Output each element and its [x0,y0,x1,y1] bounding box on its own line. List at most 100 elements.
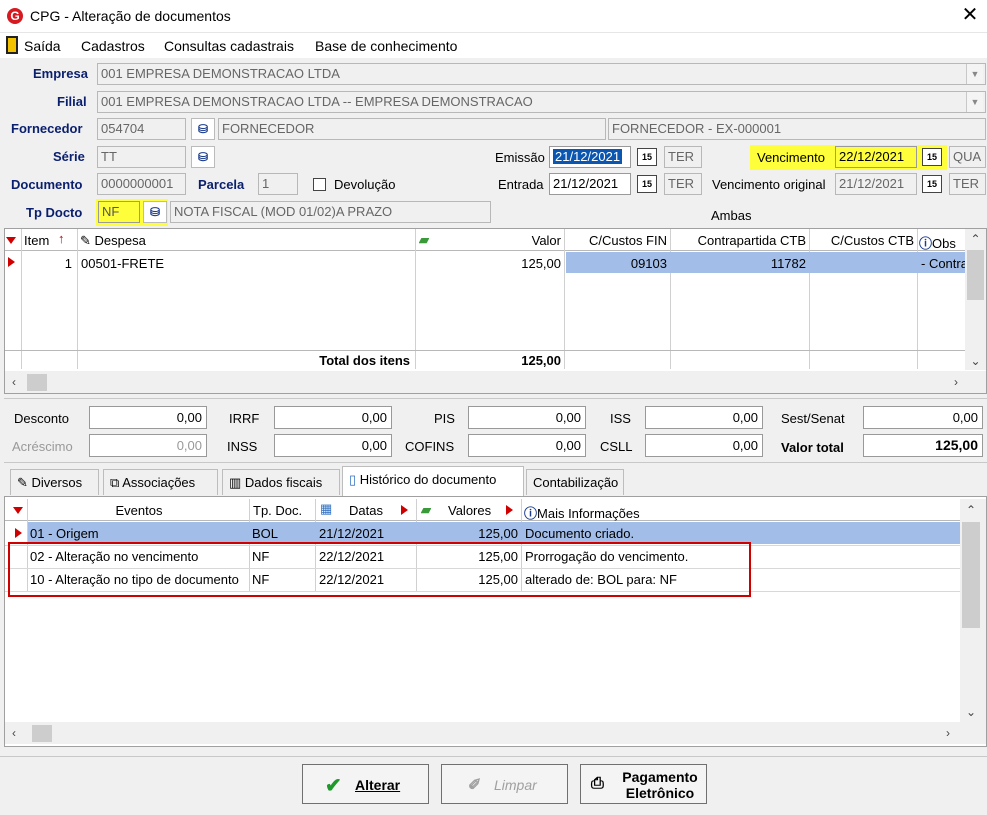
pis-label: PIS [434,411,455,426]
csll-field[interactable]: 0,00 [645,434,763,457]
scroll-left-icon[interactable]: ‹ [6,375,22,389]
iss-field[interactable]: 0,00 [645,406,763,429]
tab-diversos[interactable]: ✎ Diversos [10,469,99,495]
item-cell-item[interactable]: 1 [24,256,72,271]
items-hscrollbar[interactable] [5,371,986,393]
pis-field[interactable]: 0,00 [468,406,586,429]
cofins-field[interactable]: 0,00 [468,434,586,457]
col-eventos[interactable]: Eventos [30,503,248,518]
item-cell-contrapartida[interactable]: 11782 [672,256,806,271]
devolucao-checkbox[interactable] [313,178,326,191]
parcela-input[interactable]: 1 [258,173,298,195]
col-obs[interactable]: ⓘObs [919,233,965,252]
calendar-icon[interactable]: 15 [637,175,657,193]
tab-dados-fiscais[interactable]: ▥ Dados fiscais [222,469,340,495]
scroll-right-icon[interactable]: › [940,726,956,740]
item-cell-ccfin[interactable]: 09103 [568,256,667,271]
binoculars-search-icon[interactable]: ⛁ [191,118,215,140]
binoculars-search-icon[interactable]: ⛁ [143,201,167,223]
col-ccfin[interactable]: C/Custos FIN [566,233,667,248]
col-valor[interactable]: Valor [440,233,561,248]
menu-saida[interactable]: Saída [24,38,61,54]
valor-total-field: 125,00 [863,434,983,457]
link-icon: ⧉ [110,475,123,490]
history-hscrollbar[interactable] [5,722,986,744]
entrada-label: Entrada [498,177,544,192]
close-icon[interactable]: ✕ [958,4,982,28]
col-tpdoc[interactable]: Tp. Doc. [253,503,313,518]
menu-base-conhecimento[interactable]: Base de conhecimento [315,38,457,54]
history-vscroll-thumb[interactable] [962,522,980,628]
entrada-weekday: TER [664,173,702,195]
documento-input[interactable]: 0000000001 [97,173,186,195]
red-highlight-frame [8,542,751,597]
item-cell-despesa[interactable]: 00501-FRETE [81,256,164,271]
alterar-button[interactable]: ✔ Alterar [302,764,429,804]
history-cell-data[interactable]: 21/12/2021 [319,526,384,541]
scroll-down-icon[interactable]: ⌄ [960,705,982,719]
chevron-down-icon[interactable]: ▼ [966,64,983,84]
tab-associacoes[interactable]: ⧉ Associações [103,469,218,495]
vencimento-date-input[interactable]: 22/12/2021 [835,146,917,168]
calendar-icon[interactable]: 15 [922,148,942,166]
history-hscroll-thumb[interactable] [32,725,52,742]
pagamento-label: Pagamento Eletrônico [615,769,705,801]
item-cell-obs[interactable]: - Contra [921,256,965,271]
tab-associacoes-label: Associações [122,475,196,490]
pagamento-eletronico-button[interactable]: ⎙ Pagamento Eletrônico [580,764,707,804]
filial-value: 001 EMPRESA DEMONSTRACAO LTDA -- EMPRESA… [101,94,533,109]
desconto-field[interactable]: 0,00 [89,406,207,429]
acrescimo-label: Acréscimo [12,439,73,454]
calendar-icon[interactable]: 15 [637,148,657,166]
col-info[interactable]: ⓘMais Informações [524,503,954,522]
sest-senat-field[interactable]: 0,00 [863,406,983,429]
binoculars-search-icon[interactable]: ⛁ [191,146,215,168]
limpar-button[interactable]: ✐ Limpar [441,764,568,804]
emissao-date-input[interactable]: 21/12/2021 [549,146,631,168]
check-icon: ✔ [325,775,342,797]
eraser-icon: ✐ [468,777,482,794]
tab-historico[interactable]: ▯ Histórico do documento [342,466,524,496]
serie-input[interactable]: TT [97,146,186,168]
item-cell-valor[interactable]: 125,00 [420,256,561,271]
col-despesa[interactable]: ✎ Despesa [80,233,410,249]
history-cell-tpdoc[interactable]: BOL [252,526,278,541]
inss-field[interactable]: 0,00 [274,434,392,457]
menu-consultas-cadastrais[interactable]: Consultas cadastrais [164,38,294,54]
sort-icon: ↑ [58,231,65,246]
col-contrapartida[interactable]: Contrapartida CTB [672,233,806,248]
col-ccctb[interactable]: C/Custos CTB [811,233,914,248]
menu-bar [0,33,987,58]
total-itens-label: Total dos itens [319,353,410,368]
sort-arrow-icon [506,505,513,515]
col-valores[interactable]: Valores [448,503,491,518]
csll-label: CSLL [600,439,633,454]
col-datas[interactable]: Datas [349,503,383,518]
scroll-left-icon[interactable]: ‹ [6,726,22,740]
venc-original-date: 21/12/2021 [835,173,917,195]
items-vscroll-thumb[interactable] [967,250,984,300]
fornecedor-ex-field: FORNECEDOR - EX-000001 [608,118,986,140]
col-item[interactable]: Item [24,233,49,248]
chevron-down-icon[interactable]: ▼ [966,92,983,112]
history-cell-evento[interactable]: 01 - Origem [30,526,99,541]
items-hscroll-thumb[interactable] [27,374,47,391]
printer-icon: ⎙ [591,775,604,792]
history-cell-valor[interactable]: 125,00 [420,526,518,541]
scroll-up-icon[interactable]: ⌃ [960,503,982,517]
history-cell-info[interactable]: Documento criado. [525,526,634,541]
tpdocto-input[interactable]: NF [98,201,140,223]
scroll-down-icon[interactable]: ⌄ [965,354,986,368]
scroll-up-icon[interactable]: ⌃ [965,232,986,246]
menu-cadastros[interactable]: Cadastros [81,38,145,54]
fornecedor-name-field: FORNECEDOR [218,118,606,140]
irrf-field[interactable]: 0,00 [274,406,392,429]
calendar-col-icon: ▦ [320,501,333,516]
tab-contabilizacao[interactable]: Contabilização [526,469,624,495]
fornecedor-code-input[interactable]: 054704 [97,118,186,140]
entrada-date-input[interactable]: 21/12/2021 [549,173,631,195]
acrescimo-field[interactable]: 0,00 [89,434,207,457]
filial-select[interactable]: 001 EMPRESA DEMONSTRACAO LTDA -- EMPRESA… [97,91,986,113]
empresa-select[interactable]: 001 EMPRESA DEMONSTRACAO LTDA [97,63,986,85]
scroll-right-icon[interactable]: › [948,375,964,389]
